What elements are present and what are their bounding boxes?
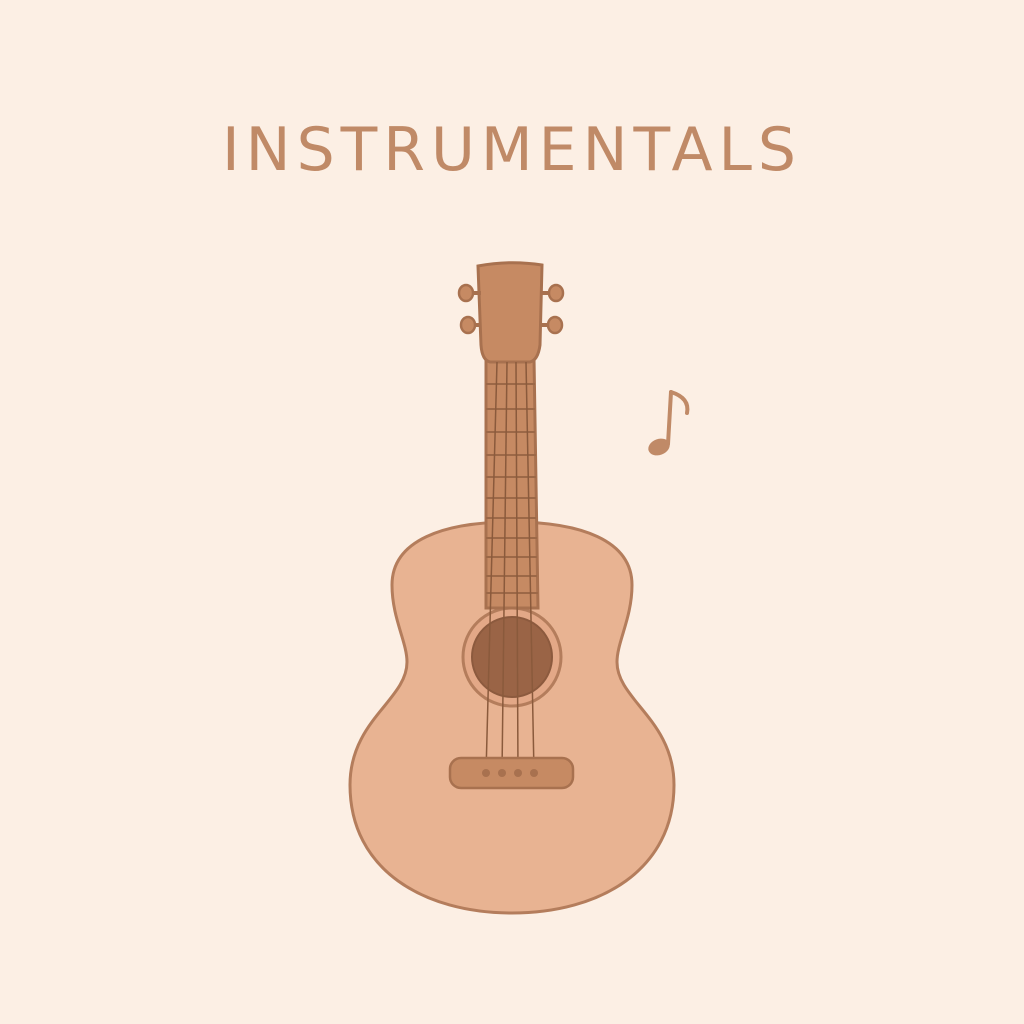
guitar-headstock: [476, 261, 544, 364]
guitar-illustration: [348, 261, 690, 915]
guitar-bridge: [448, 756, 575, 790]
music-note-icon: [648, 390, 690, 456]
sound-hole: [471, 616, 553, 698]
